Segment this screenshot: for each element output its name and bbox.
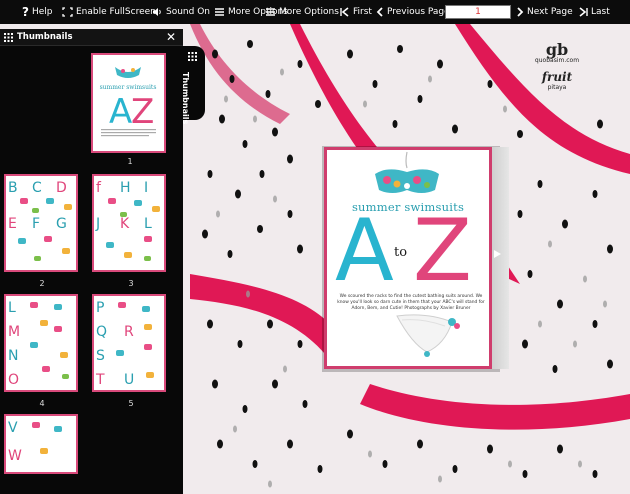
bikini-bottom-image: [396, 314, 460, 357]
last-page-icon: [579, 7, 588, 17]
svg-text:T: T: [95, 372, 105, 388]
next-page-arrow-icon[interactable]: [494, 250, 501, 258]
svg-text:L: L: [144, 216, 152, 232]
next-page-label: Next Page: [527, 7, 573, 17]
fullscreen-label: Enable FullScreen: [76, 7, 156, 17]
toolbar: ? Help Enable FullScreen Sound On More O…: [0, 0, 630, 24]
speaker-icon: [153, 8, 161, 16]
cover-letter-to: to: [394, 245, 408, 260]
logo-fruit-mark: fruit: [541, 70, 573, 84]
previous-page-label: Previous Page: [387, 7, 450, 17]
first-page-label: First: [353, 7, 372, 17]
thumbnail-number-2: 2: [39, 279, 45, 288]
svg-text:M: M: [8, 324, 20, 340]
chevron-left-icon: [376, 7, 383, 17]
first-page-icon: [340, 7, 349, 17]
thumbnail-number-5: 5: [128, 399, 134, 408]
book-cover-page: summer swimsuits A to Z We scoured the r…: [324, 147, 492, 369]
thumbnail-page-5[interactable]: PQ R ST U: [92, 294, 166, 392]
svg-text:J: J: [95, 216, 100, 232]
more-options-button-2[interactable]: More Options: [265, 0, 339, 24]
thumbnail-number-3: 3: [128, 279, 134, 288]
thumbnail-page-3[interactable]: fHI JKL: [92, 174, 166, 272]
svg-text:A: A: [109, 92, 132, 132]
thumbnail-page-1[interactable]: summer swimsuits A Z: [91, 53, 166, 153]
svg-text:N: N: [8, 348, 18, 364]
logo-site: quobasim.com: [534, 57, 580, 64]
cover-letter-a: A: [335, 201, 394, 301]
svg-text:E: E: [8, 216, 17, 232]
svg-text:I: I: [144, 180, 148, 196]
thumbnail-swimsuit-grid: fHI JKL: [94, 176, 164, 270]
logo-subtitle: pitaya: [547, 84, 567, 91]
help-icon: ?: [22, 5, 29, 19]
svg-text:S: S: [96, 348, 105, 364]
book-page-edge[interactable]: [492, 147, 509, 369]
previous-page-button[interactable]: Previous Page: [376, 0, 450, 24]
close-icon[interactable]: ✕: [166, 30, 176, 45]
thumbnail-swimsuit-grid: VW: [6, 416, 76, 472]
help-label: Help: [31, 7, 53, 17]
sound-button[interactable]: Sound On: [152, 0, 210, 24]
thumbnails-panel: Thumbnails ✕ summer swimsuits A Z 1 BCD …: [0, 29, 183, 494]
brand-logo[interactable]: gb quobasim.com fruit pitaya: [532, 40, 582, 91]
svg-text:F: F: [32, 216, 40, 232]
first-page-button[interactable]: First: [340, 0, 372, 24]
help-button[interactable]: ? Help: [22, 0, 53, 24]
thumbnails-title: Thumbnails: [17, 32, 73, 42]
bikini-top-image: [375, 151, 439, 193]
thumbnail-number-4: 4: [39, 399, 45, 408]
thumbnail-number-1: 1: [127, 157, 133, 166]
svg-text:B: B: [8, 180, 18, 196]
svg-text:H: H: [120, 180, 131, 196]
fullscreen-icon: [62, 7, 73, 17]
thumbnail-swimsuit-grid: PQ R ST U: [94, 296, 164, 390]
grid-icon: [4, 32, 13, 42]
svg-text:summer swimsuits: summer swimsuits: [100, 84, 157, 91]
cover-letter-z: Z: [413, 201, 472, 301]
more-options-label-2: More Options: [279, 7, 339, 17]
svg-text:R: R: [124, 324, 134, 340]
thumbnail-cover-art: summer swimsuits A Z: [93, 55, 164, 151]
page-number-input[interactable]: [445, 5, 511, 19]
thumbnail-swimsuit-grid: LMNO: [6, 296, 76, 390]
svg-text:P: P: [96, 300, 104, 316]
svg-text:D: D: [56, 180, 67, 196]
svg-text:K: K: [120, 216, 130, 232]
menu-icon-2: [266, 8, 275, 16]
svg-text:U: U: [124, 372, 134, 388]
svg-text:O: O: [8, 372, 19, 388]
next-page-button[interactable]: Next Page: [516, 0, 573, 24]
svg-text:C: C: [32, 180, 42, 196]
chevron-right-icon: [517, 7, 524, 17]
thumbnail-page-2[interactable]: BCD EFG: [4, 174, 78, 272]
thumbnail-page-6[interactable]: VW: [4, 414, 78, 474]
sound-label: Sound On: [166, 7, 210, 17]
last-page-button[interactable]: Last: [578, 0, 610, 24]
svg-text:Z: Z: [131, 92, 154, 132]
thumbnail-swimsuit-grid: BCD EFG: [6, 176, 76, 270]
grid-icon: [188, 52, 197, 61]
svg-text:V: V: [8, 420, 18, 436]
fullscreen-button[interactable]: Enable FullScreen: [62, 0, 156, 24]
thumbnails-header: Thumbnails ✕: [0, 29, 183, 46]
svg-text:L: L: [8, 300, 16, 316]
menu-icon: [215, 8, 224, 16]
svg-text:W: W: [8, 448, 22, 464]
thumbnail-page-4[interactable]: LMNO: [4, 294, 78, 392]
last-page-label: Last: [591, 7, 610, 17]
svg-text:G: G: [56, 216, 67, 232]
svg-text:Q: Q: [96, 324, 107, 340]
